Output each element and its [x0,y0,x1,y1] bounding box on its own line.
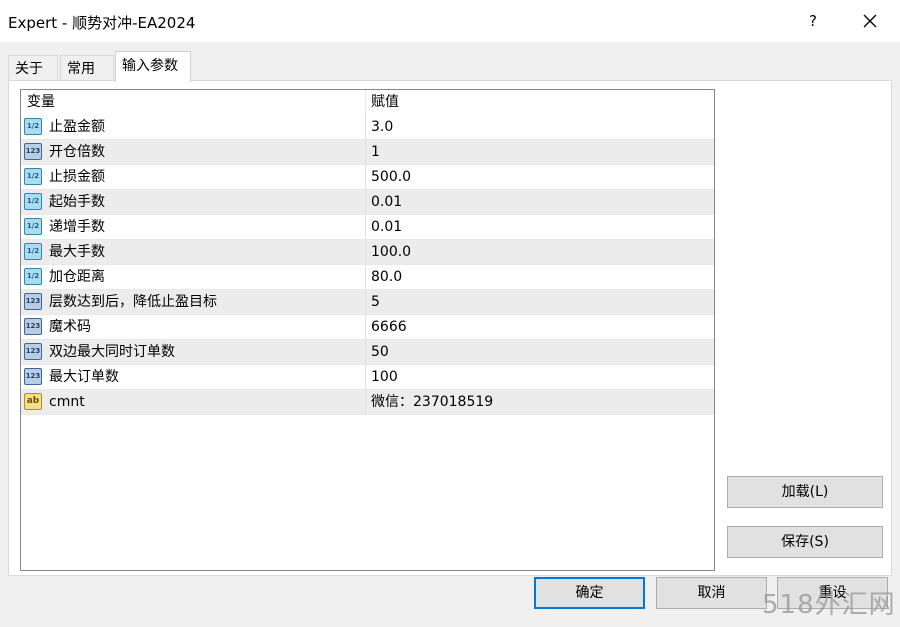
table-row[interactable]: 123 双边最大同时订单数 50 [21,340,714,365]
table-row[interactable]: 1/2 止损金额 500.0 [21,165,714,190]
parameter-value[interactable]: 100 [366,365,714,389]
parameter-name-cell: 1/2 递增手数 [21,215,366,239]
parameter-name: 加仓距离 [49,269,105,285]
parameter-name-cell: 123 最大订单数 [21,365,366,389]
parameter-name: 最大订单数 [49,369,119,385]
parameter-value[interactable]: 5 [366,290,714,314]
table-row[interactable]: 123 开仓倍数 1 [21,140,714,165]
title-bar: Expert - 顺势对冲-EA2024 ? [0,0,900,42]
watermark-logo: 518外汇网 [762,590,896,620]
parameter-value[interactable]: 80.0 [366,265,714,289]
table-row[interactable]: 1/2 加仓距离 80.0 [21,265,714,290]
dialog-client: 关于 常用 输入参数 变量 赋值 1/2 止盈金额 3.0 123 开仓倍数 1 1/2 止损… [0,42,900,627]
parameter-name-cell: 1/2 加仓距离 [21,265,366,289]
int-type-icon: 123 [24,143,42,160]
parameters-grid[interactable]: 变量 赋值 1/2 止盈金额 3.0 123 开仓倍数 1 1/2 止损金额 500.0 1/2 起… [20,89,715,571]
table-row[interactable]: 1/2 止盈金额 3.0 [21,115,714,140]
parameter-name-cell: 1/2 止盈金额 [21,115,366,139]
parameter-name-cell: 1/2 止损金额 [21,165,366,189]
window-title: Expert - 顺势对冲-EA2024 [8,14,196,32]
header-value[interactable]: 赋值 [366,90,714,115]
double-type-icon: 1/2 [24,193,42,210]
parameter-name-cell: 1/2 起始手数 [21,190,366,214]
grid-rows: 1/2 止盈金额 3.0 123 开仓倍数 1 1/2 止损金额 500.0 1/2 起始手数 0.0… [21,115,714,415]
inputs-panel: 变量 赋值 1/2 止盈金额 3.0 123 开仓倍数 1 1/2 止损金额 500.0 1/2 起… [8,80,892,576]
double-type-icon: 1/2 [24,243,42,260]
close-icon [863,14,877,28]
parameter-value[interactable]: 6666 [366,315,714,339]
double-type-icon: 1/2 [24,118,42,135]
int-type-icon: 123 [24,368,42,385]
parameter-value[interactable]: 0.01 [366,190,714,214]
int-type-icon: 123 [24,343,42,360]
parameter-name: 递增手数 [49,219,105,235]
table-row[interactable]: 123 层数达到后，降低止盈目标 5 [21,290,714,315]
parameter-value[interactable]: 1 [366,140,714,164]
parameter-name-cell: 123 层数达到后，降低止盈目标 [21,290,366,314]
help-button[interactable]: ? [800,6,826,36]
double-type-icon: 1/2 [24,218,42,235]
tab-about[interactable]: 关于 [8,55,58,81]
table-row[interactable]: 1/2 递增手数 0.01 [21,215,714,240]
table-row[interactable]: 1/2 最大手数 100.0 [21,240,714,265]
parameter-value[interactable]: 50 [366,340,714,364]
parameter-name: 止盈金额 [49,119,105,135]
parameter-name-cell: 1/2 最大手数 [21,240,366,264]
header-variable[interactable]: 变量 [21,90,366,115]
string-type-icon: ab [24,393,42,410]
double-type-icon: 1/2 [24,268,42,285]
parameter-name: 层数达到后，降低止盈目标 [49,294,217,310]
table-row[interactable]: 1/2 起始手数 0.01 [21,190,714,215]
parameter-name: cmnt [49,394,85,410]
save-button[interactable]: 保存(S) [727,526,883,558]
parameter-name: 止损金额 [49,169,105,185]
parameter-name: 最大手数 [49,244,105,260]
int-type-icon: 123 [24,293,42,310]
parameter-name-cell: 123 魔术码 [21,315,366,339]
parameter-name-cell: ab cmnt [21,390,366,414]
table-row[interactable]: ab cmnt 微信：237018519 [21,390,714,415]
parameter-value[interactable]: 3.0 [366,115,714,139]
ok-button[interactable]: 确定 [534,577,645,609]
parameter-name: 起始手数 [49,194,105,210]
parameter-name: 开仓倍数 [49,144,105,160]
parameter-value[interactable]: 微信：237018519 [366,390,714,414]
parameter-value[interactable]: 500.0 [366,165,714,189]
parameter-name: 魔术码 [49,319,91,335]
parameter-name-cell: 123 双边最大同时订单数 [21,340,366,364]
close-button[interactable] [852,4,888,38]
double-type-icon: 1/2 [24,168,42,185]
parameter-name-cell: 123 开仓倍数 [21,140,366,164]
grid-header: 变量 赋值 [21,90,714,115]
cancel-button[interactable]: 取消 [656,577,767,609]
parameter-value[interactable]: 0.01 [366,215,714,239]
parameter-value[interactable]: 100.0 [366,240,714,264]
table-row[interactable]: 123 魔术码 6666 [21,315,714,340]
table-row[interactable]: 123 最大订单数 100 [21,365,714,390]
tab-inputs[interactable]: 输入参数 [115,51,191,82]
tab-common[interactable]: 常用 [60,55,114,81]
load-button[interactable]: 加载(L) [727,476,883,508]
int-type-icon: 123 [24,318,42,335]
parameter-name: 双边最大同时订单数 [49,344,175,360]
